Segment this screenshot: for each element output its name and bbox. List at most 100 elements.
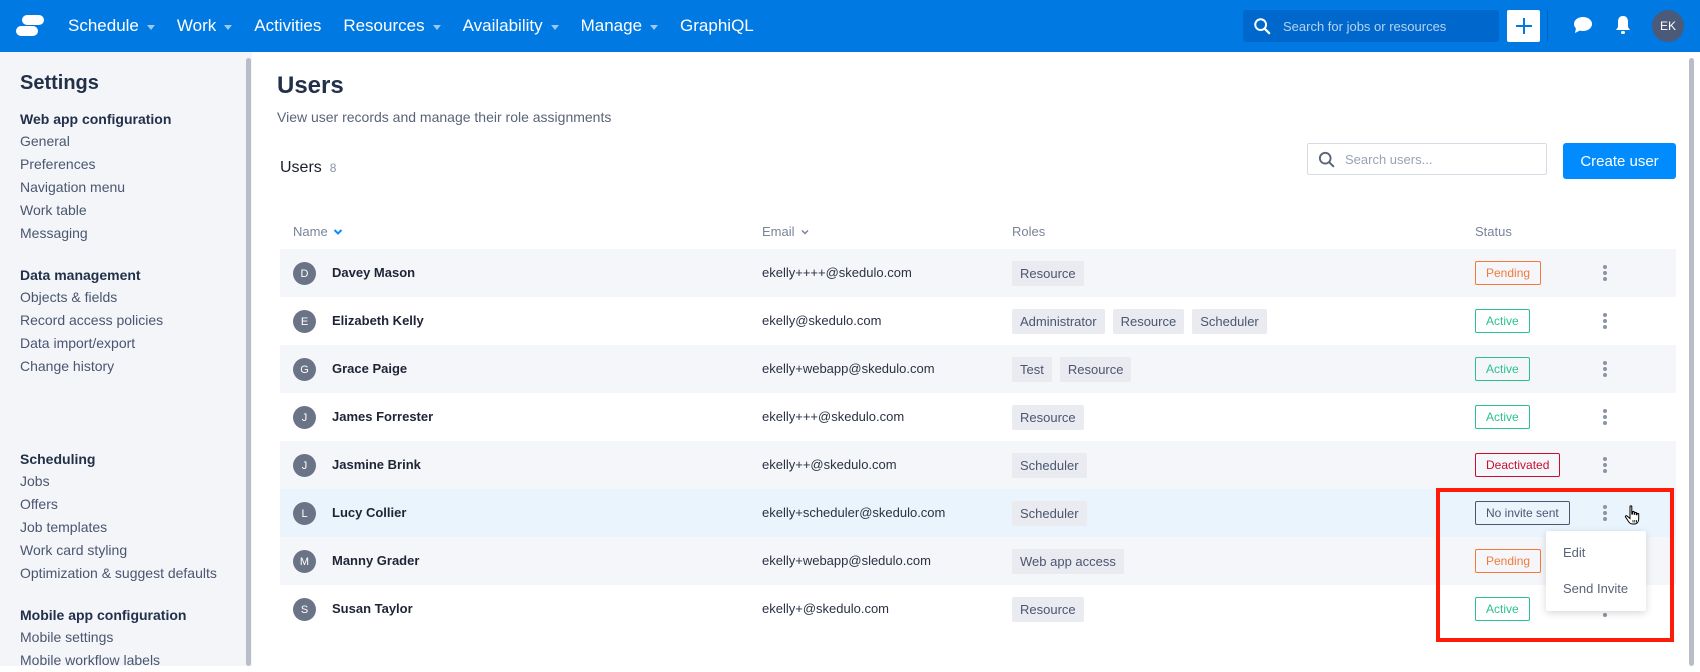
sidebar-item-work-card-styling[interactable]: Work card styling [20,539,217,562]
sidebar-item-work-table[interactable]: Work table [20,199,171,222]
user-name[interactable]: Manny Grader [332,537,419,585]
nav-item-activities[interactable]: Activities [254,16,321,36]
caret-down-icon [550,24,559,30]
nav-item-manage[interactable]: Manage [581,16,659,36]
avatar: G [293,358,316,381]
sidebar-item-optimization-suggest-defaults[interactable]: Optimization & suggest defaults [20,562,217,585]
more-options-kebab-icon[interactable] [1599,359,1611,379]
table-row[interactable]: J James Forrester ekelly+++@skedulo.com Res… [280,393,1676,441]
users-table: D Davey Mason ekelly++++@skedulo.com Resour… [280,249,1676,633]
users-list-heading: Users 8 [280,159,336,177]
sidebar-item-navigation-menu[interactable]: Navigation menu [20,176,171,199]
avatar: M [293,550,316,573]
user-name[interactable]: Jasmine Brink [332,441,421,489]
column-header-roles: Roles [1012,217,1045,247]
sidebar-item-record-access-policies[interactable]: Record access policies [20,309,163,332]
more-options-kebab-icon[interactable] [1599,311,1611,331]
more-options-kebab-icon[interactable] [1599,503,1611,523]
role-chips: Administrator Resource Scheduler [1012,309,1275,334]
user-name[interactable]: Susan Taylor [332,585,413,633]
nav-item-label: Work [176,16,217,35]
table-row[interactable]: M Manny Grader ekelly+webapp@sledulo.com We… [280,537,1676,585]
user-email: ekelly+scheduler@skedulo.com [762,505,946,520]
main-scrollbar[interactable] [1689,58,1694,666]
user-email: ekelly+webapp@skedulo.com [762,361,935,376]
sidebar-item-mobile-workflow-labels[interactable]: Mobile workflow labels [20,649,186,672]
chat-icon[interactable] [1573,16,1593,34]
table-row[interactable]: D Davey Mason ekelly++++@skedulo.com Resour… [280,249,1676,297]
sidebar-item-job-templates[interactable]: Job templates [20,516,217,539]
search-icon [1254,18,1271,35]
bell-icon[interactable] [1614,14,1632,36]
column-roles-label: Roles [1012,224,1046,239]
user-name[interactable]: Davey Mason [332,249,415,297]
page-subtitle: View user records and manage their role … [277,109,612,125]
sidebar-section-heading: Scheduling [20,451,96,467]
sidebar-scrollbar[interactable] [246,58,251,666]
user-search[interactable] [1307,143,1547,175]
sidebar-item-data-import-export[interactable]: Data import/export [20,332,163,355]
avatar: E [293,310,316,333]
user-email: ekelly+webapp@sledulo.com [762,553,931,568]
table-row[interactable]: L Lucy Collier ekelly+scheduler@skedulo.co… [280,489,1676,537]
column-header-status: Status [1475,217,1512,247]
user-name[interactable]: James Forrester [332,393,433,441]
table-row[interactable]: G Grace Paige ekelly+webapp@skedulo.com Tes… [280,345,1676,393]
global-search-input[interactable] [1283,18,1483,34]
add-button[interactable] [1507,10,1540,42]
role-chip: Resource [1012,261,1084,286]
table-row[interactable]: J Jasmine Brink ekelly++@skedulo.com Schedu… [280,441,1676,489]
nav-item-graphiql[interactable]: GraphiQL [680,16,754,36]
sidebar-item-general[interactable]: General [20,130,171,153]
sidebar-item-preferences[interactable]: Preferences [20,153,171,176]
sidebar-item-change-history[interactable]: Change history [20,355,163,378]
role-chip: Web app access [1012,549,1124,574]
table-header: Name Email Roles Status [280,217,1676,247]
user-search-input[interactable] [1345,151,1535,167]
nav-item-resources[interactable]: Resources [343,16,441,36]
global-search[interactable] [1243,10,1499,42]
create-user-button[interactable]: Create user [1563,143,1676,179]
nav-item-schedule[interactable]: Schedule [68,16,155,36]
sidebar-item-messaging[interactable]: Messaging [20,222,171,245]
user-avatar[interactable]: EK [1652,10,1684,42]
role-chip: Scheduler [1192,309,1267,334]
nav-item-work[interactable]: Work [176,16,233,36]
menu-item-send-invite[interactable]: Send Invite [1546,571,1646,607]
sidebar-item-jobs[interactable]: Jobs [20,470,217,493]
nav-item-availability[interactable]: Availability [463,16,559,36]
sidebar-section-scheduling: Scheduling Jobs Offers Job templates Work ca… [20,448,217,585]
more-options-kebab-icon[interactable] [1599,407,1611,427]
main-nav: Schedule Work Activities Resources Availabil… [68,0,776,52]
nav-item-label: Resources [343,16,425,35]
status-badge: Active [1475,309,1530,333]
table-row[interactable]: E Elizabeth Kelly ekelly@skedulo.com Admini… [280,297,1676,345]
user-name[interactable]: Grace Paige [332,345,407,393]
avatar: J [293,406,316,429]
user-name[interactable]: Lucy Collier [332,489,406,537]
column-header-name[interactable]: Name [293,217,343,247]
sidebar-section-data-management: Data management Objects & fields Record ac… [20,264,163,378]
user-name[interactable]: Elizabeth Kelly [332,297,424,345]
header-divider [1547,10,1548,42]
chevron-down-icon [800,229,809,235]
user-email: ekelly@skedulo.com [762,313,882,328]
more-options-kebab-icon[interactable] [1599,263,1611,283]
sidebar-item-offers[interactable]: Offers [20,493,217,516]
avatar: D [293,262,316,285]
caret-down-icon [224,24,233,30]
column-header-email[interactable]: Email [762,217,810,247]
role-chip: Resource [1012,597,1084,622]
role-chip: Scheduler [1012,453,1087,478]
sidebar-section-heading: Mobile app configuration [20,607,187,623]
sidebar-section-mobile-app-configuration: Mobile app configuration Mobile settings M… [20,604,186,672]
more-options-kebab-icon[interactable] [1599,455,1611,475]
table-row[interactable]: S Susan Taylor ekelly+@skedulo.com Resource… [280,585,1676,633]
sidebar-section-heading: Data management [20,267,141,283]
sidebar-item-objects-fields[interactable]: Objects & fields [20,286,163,309]
skedulo-logo[interactable] [16,15,44,37]
sidebar-item-mobile-settings[interactable]: Mobile settings [20,626,186,649]
menu-item-edit[interactable]: Edit [1546,535,1646,571]
caret-down-icon [432,24,441,30]
nav-item-label: GraphiQL [680,16,754,35]
